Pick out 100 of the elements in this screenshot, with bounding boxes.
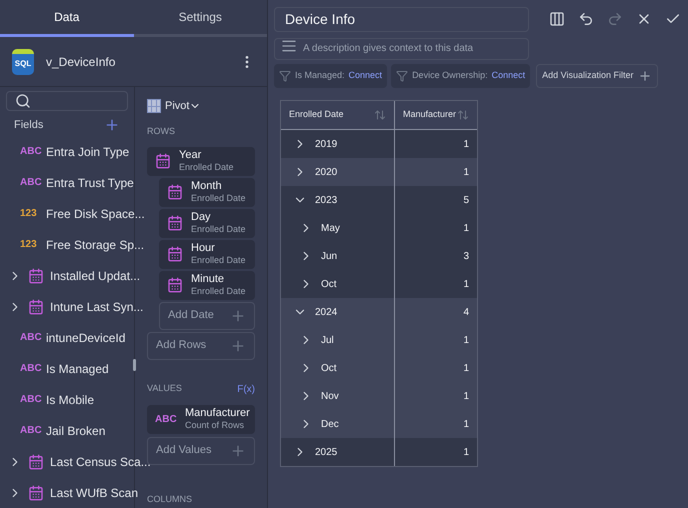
type-label: ABC (20, 424, 42, 438)
description-field[interactable]: A description gives context to this data (274, 38, 529, 60)
field-card[interactable]: Day Enrolled Date (159, 208, 255, 238)
tab[interactable]: Data (0, 0, 134, 37)
card-title: Hour (191, 243, 216, 254)
sort-icon (457, 109, 469, 121)
table-cell-text: 1 (463, 138, 469, 152)
type-label: ABC (155, 412, 177, 426)
tab[interactable]: Settings (134, 0, 267, 37)
table-cell-text: Oct (321, 362, 337, 376)
table-cell-text: 1 (463, 334, 469, 348)
pivot-icon (147, 99, 161, 113)
table-cell-text: Oct (321, 278, 337, 292)
table-cell-text: 2025 (315, 446, 338, 460)
card-subtitle: Enrolled Date (191, 194, 246, 203)
card-title: Year (179, 150, 202, 161)
sort-icon (374, 109, 386, 121)
field-label[interactable]: Entra Trust Type (46, 174, 134, 192)
card-title: Day (191, 212, 212, 223)
add-button[interactable]: Add Values (147, 436, 255, 464)
table-cell-text: 4 (463, 306, 469, 320)
section-heading: VALUES (147, 382, 182, 396)
calendar-icon (28, 454, 44, 470)
type-label: ABC (20, 393, 42, 407)
filter-icon (279, 70, 291, 82)
plus-icon (230, 338, 246, 354)
filter-icon (396, 70, 408, 82)
card-subtitle: Enrolled Date (191, 225, 246, 234)
plus-icon (638, 69, 652, 83)
calendar-icon (167, 215, 183, 231)
table-cell-text: 2020 (315, 166, 338, 180)
filter-label: Is Managed: (295, 69, 345, 82)
card-subtitle: Enrolled Date (191, 287, 246, 296)
calendar-icon (167, 184, 183, 200)
title-field[interactable]: Device Info (274, 7, 529, 32)
field-label[interactable]: Is Mobile (46, 390, 94, 408)
field-card[interactable]: Hour Enrolled Date (159, 240, 255, 268)
table-cell-text: 1 (463, 362, 469, 376)
table-cell-text: Nov (321, 390, 339, 404)
field-label[interactable]: Entra Join Type (46, 142, 130, 160)
formula-button[interactable]: F(x) (237, 382, 255, 396)
section-heading: ROWS (147, 125, 176, 138)
fields-heading: Fields (14, 118, 44, 133)
add-button[interactable]: Add Date (159, 302, 255, 330)
field-label[interactable]: Jail Broken (46, 422, 106, 440)
calendar-icon (28, 484, 44, 500)
field-label[interactable]: Intune Last Syn... (50, 298, 144, 316)
column-header[interactable]: Enrolled Date (281, 101, 395, 129)
connect-link[interactable]: Connect (492, 69, 526, 83)
type-label: 123 (20, 207, 38, 221)
table-cell-text: 1 (463, 222, 469, 236)
field-card[interactable]: Minute Enrolled Date (159, 270, 255, 300)
field-card[interactable]: Year Enrolled Date (147, 146, 255, 176)
filter-label: Device Ownership: (412, 69, 488, 82)
plus-icon (230, 442, 246, 458)
table-cell-text: 1 (463, 446, 469, 460)
table-cell-text: 1 (463, 390, 469, 404)
table-cell-text: May (321, 222, 340, 236)
table-icon[interactable] (549, 11, 565, 27)
table-cell-text: 2019 (315, 138, 338, 152)
undo-icon[interactable] (578, 11, 594, 27)
add-filter-button[interactable]: Add Visualization Filter (536, 64, 658, 88)
table-cell-text: 2023 (315, 194, 338, 208)
card-title: Month (191, 181, 223, 192)
filter-chip[interactable]: Is Managed: Connect (274, 64, 388, 88)
card-title: Minute (191, 274, 226, 285)
field-label[interactable]: intuneDeviceId (46, 328, 126, 346)
table-cell-text: 3 (463, 250, 469, 264)
table-cell-text: 2024 (315, 306, 338, 320)
card-subtitle: Count of Rows (185, 421, 246, 430)
calendar-icon (28, 268, 44, 284)
calendar-icon (167, 277, 183, 293)
card-title: Manufacturer (185, 408, 250, 419)
calendar-icon (155, 153, 171, 169)
field-label[interactable]: Last WUfB Scan (50, 484, 138, 502)
field-label[interactable]: Is Managed (46, 360, 109, 378)
card-subtitle: Enrolled Date (191, 256, 246, 265)
resize-handle[interactable] (133, 359, 136, 371)
table-cell-text: 1 (463, 278, 469, 292)
column-header[interactable]: Manufacturer (395, 101, 477, 129)
table-cell-text: Dec (321, 418, 339, 432)
filter-chip[interactable]: Device Ownership: Connect (391, 64, 530, 88)
type-label: ABC (20, 176, 42, 190)
section-heading: COLUMNS (147, 492, 194, 506)
connect-link[interactable]: Connect (348, 69, 382, 83)
text-lines-icon (281, 38, 297, 54)
view-dropdown[interactable]: Pivot (165, 98, 202, 114)
field-label[interactable]: Free Disk Space... (46, 204, 145, 222)
search-field[interactable] (6, 91, 128, 112)
field-label[interactable]: Free Storage Sp... (46, 236, 144, 254)
add-button[interactable]: Add Rows (147, 332, 255, 360)
table-cell-text: Jun (321, 250, 338, 264)
table-cell-text: Jul (321, 334, 334, 348)
calendar-icon (28, 298, 44, 314)
type-label: ABC (20, 362, 42, 376)
field-card[interactable]: Month Enrolled Date (159, 178, 255, 206)
plus-icon (230, 308, 246, 324)
field-label[interactable]: Installed Updat... (50, 266, 140, 284)
database-icon: SQL (12, 48, 34, 74)
card-subtitle: Enrolled Date (179, 163, 234, 172)
